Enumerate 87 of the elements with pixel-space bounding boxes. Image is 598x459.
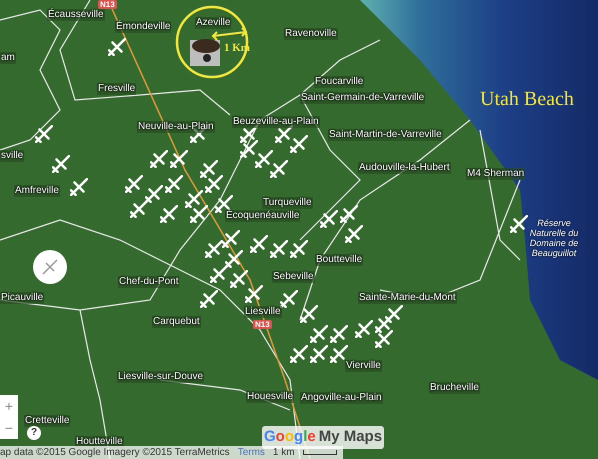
airplane-icon[interactable] bbox=[225, 250, 243, 268]
place-label: Angoville-au-Plain bbox=[300, 392, 383, 404]
airplane-icon[interactable] bbox=[230, 270, 248, 288]
place-label: am bbox=[0, 52, 16, 64]
route-shield: N13 bbox=[98, 0, 117, 9]
airplane-icon[interactable] bbox=[290, 345, 308, 363]
help-button[interactable]: ? bbox=[27, 426, 41, 440]
place-label: Écausseville bbox=[47, 9, 105, 21]
airplane-icon[interactable] bbox=[160, 205, 178, 223]
airplane-icon[interactable] bbox=[222, 230, 240, 248]
airplane-icon[interactable] bbox=[150, 150, 168, 168]
airplane-icon[interactable] bbox=[240, 125, 258, 143]
place-label: Sebeville bbox=[272, 271, 315, 283]
place-label: Chef-du-Pont bbox=[118, 276, 180, 288]
airplane-icon[interactable] bbox=[355, 320, 373, 338]
airplane-icon[interactable] bbox=[290, 135, 308, 153]
airplane-icon[interactable] bbox=[270, 160, 288, 178]
logo: Google My Maps bbox=[262, 426, 384, 448]
airplane-icon[interactable] bbox=[385, 305, 403, 323]
airplane-icon[interactable] bbox=[165, 175, 183, 193]
airplane-icon[interactable] bbox=[200, 160, 218, 178]
airplane-icon[interactable] bbox=[375, 330, 393, 348]
airplane-icon[interactable] bbox=[170, 150, 188, 168]
attribution-text: ap data ©2015 Google Imagery ©2015 TerraMetrics bbox=[0, 446, 230, 458]
place-label: Réserve Naturelle du Domaine de Beauguillot bbox=[528, 218, 580, 258]
place-label: Ravenoville bbox=[284, 28, 338, 40]
place-label: Neuville-au-Plain bbox=[137, 121, 215, 133]
place-label: Émondeville bbox=[115, 21, 172, 33]
place-label: Foucarville bbox=[314, 76, 364, 88]
airplane-icon[interactable] bbox=[345, 225, 363, 243]
airplane-icon[interactable] bbox=[108, 38, 126, 56]
airplane-icon[interactable] bbox=[190, 205, 208, 223]
airplane-icon[interactable] bbox=[35, 125, 53, 143]
place-label: Houesville bbox=[246, 391, 294, 403]
route-shield: N13 bbox=[253, 320, 272, 329]
place-label: Brucheville bbox=[429, 382, 480, 394]
place-label: Boutteville bbox=[315, 254, 364, 266]
airplane-icon[interactable] bbox=[330, 325, 348, 343]
airplane-icon[interactable] bbox=[250, 235, 268, 253]
place-label: sville bbox=[0, 150, 24, 162]
place-label: Liesville-sur-Douve bbox=[117, 371, 204, 383]
airplane-icon[interactable] bbox=[125, 175, 143, 193]
airplane-icon[interactable] bbox=[275, 125, 293, 143]
airplane-icon[interactable] bbox=[245, 285, 263, 303]
airplane-icon[interactable] bbox=[310, 345, 328, 363]
airplane-icon[interactable] bbox=[185, 190, 203, 208]
terms-link[interactable]: Terms bbox=[238, 446, 265, 458]
airplane-icon[interactable] bbox=[52, 155, 70, 173]
airplane-icon[interactable] bbox=[70, 178, 88, 196]
place-label: Carquebut bbox=[152, 316, 201, 328]
place-label: Cretteville bbox=[24, 415, 70, 427]
place-label: Fresville bbox=[97, 83, 136, 95]
airplane-icon[interactable] bbox=[200, 290, 218, 308]
airplane-icon[interactable] bbox=[145, 185, 163, 203]
place-label: Saint-Martin-de-Varreville bbox=[328, 129, 443, 141]
airplane-icon[interactable] bbox=[205, 240, 223, 258]
place-label: Liesville bbox=[244, 306, 282, 318]
place-label: Sainte-Marie-du-Mont bbox=[358, 292, 457, 304]
place-label: Azeville bbox=[195, 17, 232, 29]
place-label: Turqueville bbox=[262, 197, 313, 209]
airplane-icon[interactable] bbox=[130, 200, 148, 218]
place-label: Picauville bbox=[0, 292, 44, 304]
place-label: Saint-Germain-de-Varreville bbox=[300, 92, 426, 104]
airplane-icon[interactable] bbox=[210, 265, 228, 283]
sea-label: Utah Beach bbox=[480, 87, 574, 112]
place-label: Amfreville bbox=[14, 185, 60, 197]
airplane-icon[interactable] bbox=[320, 210, 338, 228]
airplane-icon[interactable] bbox=[290, 240, 308, 258]
airplane-icon[interactable] bbox=[340, 205, 358, 223]
place-label: Beuzeville-au-Plain bbox=[232, 116, 320, 128]
airplane-marker-icon[interactable] bbox=[33, 250, 67, 284]
airplane-icon[interactable] bbox=[510, 215, 528, 233]
airplane-icon[interactable] bbox=[280, 290, 298, 308]
place-label: Audouville-la-Hubert bbox=[358, 162, 451, 174]
airplane-icon[interactable] bbox=[270, 240, 288, 258]
airplane-icon[interactable] bbox=[255, 150, 273, 168]
place-label: Vierville bbox=[345, 360, 382, 372]
place-label: Écoquenéauville bbox=[225, 210, 300, 222]
airplane-icon[interactable] bbox=[205, 175, 223, 193]
airplane-icon[interactable] bbox=[300, 305, 318, 323]
scale-text: 1 km bbox=[272, 446, 295, 458]
airplane-icon[interactable] bbox=[240, 140, 258, 158]
scale-bar bbox=[302, 450, 337, 455]
airplane-icon[interactable] bbox=[375, 315, 393, 333]
airplane-icon[interactable] bbox=[330, 345, 348, 363]
place-label: M4 Sherman bbox=[466, 168, 526, 180]
airplane-icon[interactable] bbox=[310, 325, 328, 343]
